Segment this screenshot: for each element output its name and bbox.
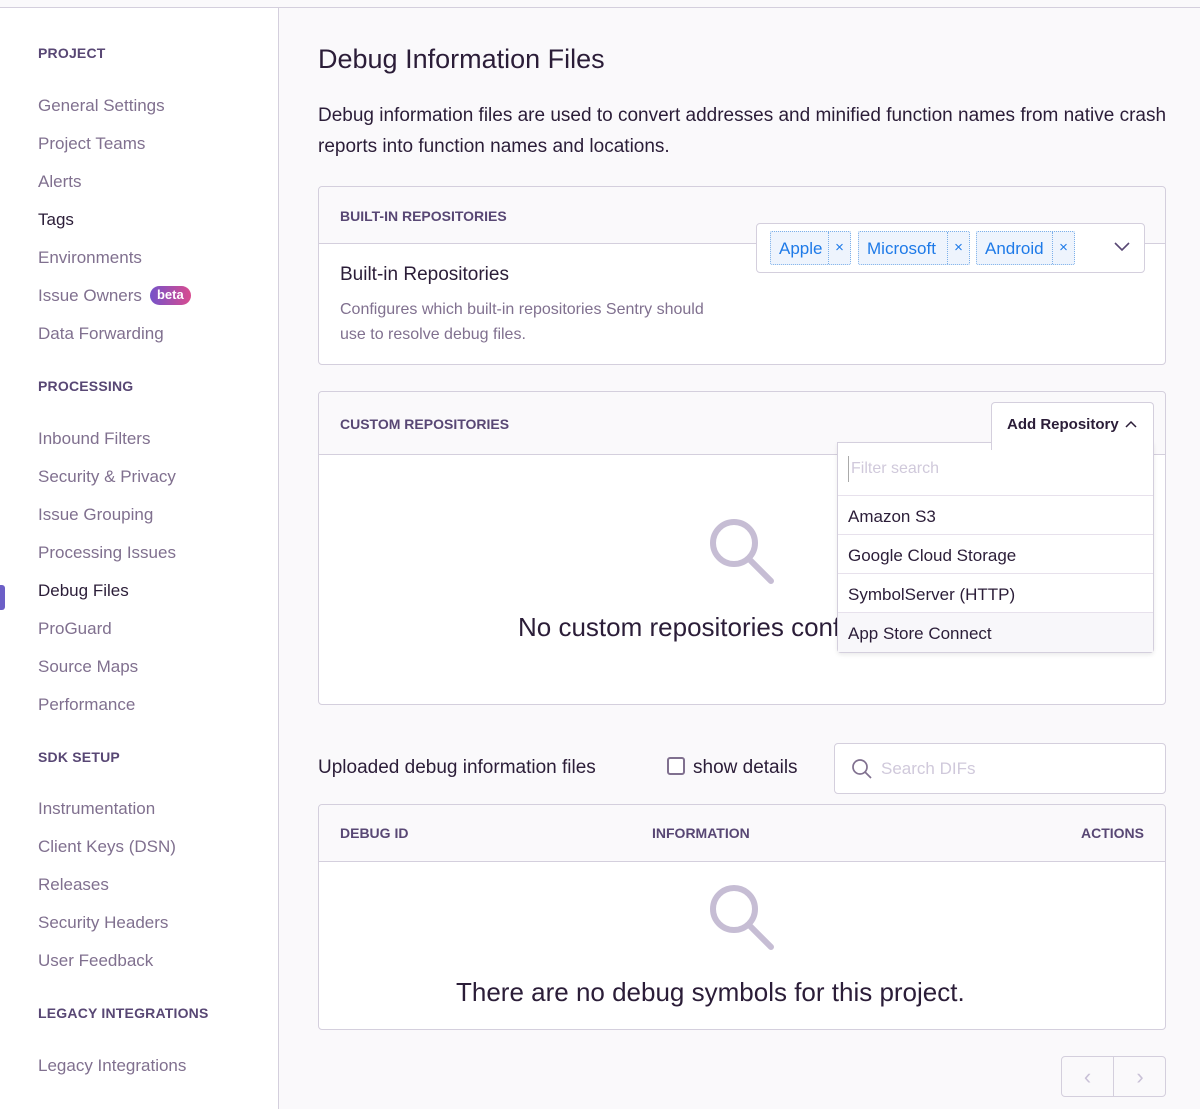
sidebar-item-tags[interactable]: Tags bbox=[38, 210, 74, 230]
builtin-repositories-select[interactable]: Apple × Microsoft × Android × bbox=[756, 223, 1145, 273]
sidebar-item-source-maps[interactable]: Source Maps bbox=[38, 657, 138, 677]
next-page-button[interactable]: › bbox=[1114, 1057, 1166, 1096]
column-debug-id: DEBUG ID bbox=[340, 825, 409, 841]
sidebar-item-inbound-filters[interactable]: Inbound Filters bbox=[38, 429, 150, 449]
beta-badge: beta bbox=[149, 286, 191, 305]
sidebar-item-user-feedback[interactable]: User Feedback bbox=[38, 951, 153, 971]
tag-label: Apple bbox=[779, 239, 823, 258]
chevron-down-icon[interactable] bbox=[1114, 241, 1130, 253]
builtin-repositories-panel: BUILT-IN REPOSITORIES Built-in Repositor… bbox=[318, 186, 1166, 365]
sidebar-item-performance[interactable]: Performance bbox=[38, 695, 135, 715]
sidebar-item-issue-grouping[interactable]: Issue Grouping bbox=[38, 505, 153, 525]
add-repository-dropdown: Amazon S3 Google Cloud Storage SymbolSer… bbox=[837, 442, 1154, 653]
pagination: ‹ › bbox=[1061, 1056, 1166, 1097]
tag-label: Android bbox=[985, 239, 1044, 258]
filter-row bbox=[838, 443, 1153, 496]
tag-android: Android × bbox=[976, 231, 1075, 265]
uploaded-title: Uploaded debug information files bbox=[318, 757, 596, 778]
sidebar-item-security-privacy[interactable]: Security & Privacy bbox=[38, 467, 176, 487]
search-icon bbox=[852, 759, 872, 779]
filter-search-input[interactable] bbox=[848, 456, 1138, 482]
search-difs-input[interactable] bbox=[881, 757, 1151, 781]
sidebar-item-issue-owners[interactable]: Issue Owners beta bbox=[38, 286, 191, 306]
show-details-label: show details bbox=[693, 757, 798, 778]
field-help: Configures which built-in repositories S… bbox=[340, 301, 704, 343]
chevron-up-icon bbox=[1125, 420, 1137, 428]
section-sdk-setup: SDK SETUP bbox=[38, 749, 120, 765]
search-empty-icon bbox=[710, 519, 774, 584]
sidebar-item-debug-files[interactable]: Debug Files bbox=[38, 581, 129, 601]
top-border bbox=[0, 0, 1200, 8]
add-repository-button[interactable]: Add Repository bbox=[991, 402, 1154, 450]
option-app-store-connect[interactable]: App Store Connect bbox=[838, 613, 1153, 652]
page-description: Debug information files are used to conv… bbox=[318, 105, 1167, 157]
sidebar-item-data-forwarding[interactable]: Data Forwarding bbox=[38, 324, 164, 344]
column-actions: ACTIONS bbox=[1081, 825, 1144, 841]
search-difs-field[interactable] bbox=[834, 743, 1166, 794]
prev-page-button[interactable]: ‹ bbox=[1062, 1057, 1114, 1096]
option-symbolserver-http[interactable]: SymbolServer (HTTP) bbox=[838, 574, 1153, 613]
option-google-cloud-storage[interactable]: Google Cloud Storage bbox=[838, 535, 1153, 574]
sidebar-item-processing-issues[interactable]: Processing Issues bbox=[38, 543, 176, 563]
sidebar-item-general-settings[interactable]: General Settings bbox=[38, 96, 165, 116]
page-title: Debug Information Files bbox=[318, 44, 605, 74]
panel-header-title: BUILT-IN REPOSITORIES bbox=[340, 208, 507, 224]
show-details-toggle[interactable]: show details bbox=[667, 757, 798, 779]
option-amazon-s3[interactable]: Amazon S3 bbox=[838, 496, 1153, 535]
debug-files-table: DEBUG ID INFORMATION ACTIONS There are n… bbox=[318, 804, 1166, 1030]
show-details-checkbox[interactable] bbox=[667, 757, 685, 775]
tag-microsoft: Microsoft × bbox=[858, 231, 970, 265]
section-project: PROJECT bbox=[38, 45, 106, 61]
sidebar-item-client-keys[interactable]: Client Keys (DSN) bbox=[38, 837, 176, 857]
sidebar-item-security-headers[interactable]: Security Headers bbox=[38, 913, 168, 933]
tag-apple: Apple × bbox=[770, 231, 851, 265]
remove-tag-icon[interactable]: × bbox=[947, 232, 969, 264]
active-indicator bbox=[0, 585, 5, 610]
sidebar-item-label: Issue Owners bbox=[38, 286, 142, 305]
section-legacy-integrations: LEGACY INTEGRATIONS bbox=[38, 1005, 209, 1021]
sidebar-item-project-teams[interactable]: Project Teams bbox=[38, 134, 145, 154]
settings-sidebar: PROJECT General Settings Project Teams A… bbox=[0, 8, 279, 1109]
panel-header-title: CUSTOM REPOSITORIES bbox=[340, 416, 510, 432]
tag-label: Microsoft bbox=[867, 239, 936, 258]
sidebar-item-environments[interactable]: Environments bbox=[38, 248, 142, 268]
sidebar-item-instrumentation[interactable]: Instrumentation bbox=[38, 799, 155, 819]
column-information: INFORMATION bbox=[652, 825, 750, 841]
field-label: Built-in Repositories bbox=[340, 264, 509, 285]
table-header: DEBUG ID INFORMATION ACTIONS bbox=[319, 805, 1165, 862]
remove-tag-icon[interactable]: × bbox=[828, 232, 850, 264]
empty-state-text: There are no debug symbols for this proj… bbox=[456, 977, 965, 1007]
sidebar-item-legacy-integrations[interactable]: Legacy Integrations bbox=[38, 1056, 186, 1076]
search-empty-icon bbox=[710, 885, 774, 950]
add-repository-label: Add Repository bbox=[1007, 416, 1119, 433]
section-processing: PROCESSING bbox=[38, 378, 134, 394]
sidebar-item-proguard[interactable]: ProGuard bbox=[38, 619, 112, 639]
sidebar-item-alerts[interactable]: Alerts bbox=[38, 172, 81, 192]
sidebar-item-releases[interactable]: Releases bbox=[38, 875, 109, 895]
remove-tag-icon[interactable]: × bbox=[1052, 232, 1074, 264]
